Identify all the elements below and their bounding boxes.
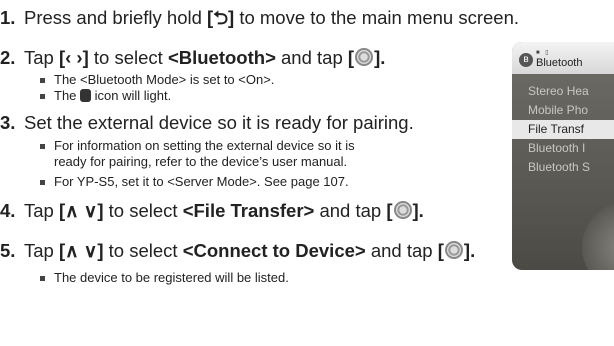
menu-item: Bluetooth I bbox=[528, 141, 586, 155]
up-down-button-glyph: [∧ ∨] bbox=[58, 240, 104, 261]
bracket: [ bbox=[386, 200, 393, 221]
list-item: For YP-S5, set it to <Server Mode>. See … bbox=[40, 174, 355, 190]
ok-button-icon bbox=[355, 48, 374, 66]
step-text: to select bbox=[103, 200, 183, 221]
step-text: Set the external device so it is ready f… bbox=[24, 112, 414, 133]
step-text: and tap bbox=[314, 200, 387, 221]
step-number: 2. bbox=[0, 47, 16, 68]
list-item: The device to be registered will be list… bbox=[40, 270, 289, 286]
step-number: 3. bbox=[0, 112, 16, 133]
step-5-bullets: The device to be registered will be list… bbox=[40, 270, 289, 286]
step-text: Tap bbox=[24, 240, 59, 261]
bluetooth-icon bbox=[80, 89, 92, 102]
step-number: 4. bbox=[0, 200, 16, 221]
device-menu: Stereo Hea Mobile Pho File Transf Blueto… bbox=[512, 82, 614, 177]
menu-item-selected: File Transf bbox=[512, 120, 614, 139]
back-button-glyph: [⮌] bbox=[207, 7, 235, 28]
list-item: The <Bluetooth Mode> is set to <On>. bbox=[40, 72, 274, 88]
ok-button-icon bbox=[444, 241, 463, 259]
decorative-glow bbox=[582, 202, 614, 270]
device-header: ʙ ■ ▯ Bluetooth bbox=[512, 42, 614, 74]
menu-option: <Connect to Device> bbox=[182, 240, 366, 261]
step-text: to select bbox=[88, 47, 168, 68]
bracket: ]. bbox=[412, 200, 424, 221]
ok-button-icon bbox=[393, 201, 412, 219]
device-screen: ʙ ■ ▯ Bluetooth Stereo Hea Mobile Pho Fi… bbox=[512, 42, 614, 270]
device-title: Bluetooth bbox=[536, 57, 583, 69]
menu-item: Stereo Hea bbox=[528, 84, 589, 98]
bluetooth-icon: ʙ bbox=[519, 53, 533, 67]
menu-item: Bluetooth S bbox=[528, 160, 591, 174]
menu-option: <Bluetooth> bbox=[167, 47, 276, 68]
step-text: Press and briefly hold bbox=[24, 7, 208, 28]
step-text: Tap bbox=[24, 200, 59, 221]
step-text: Tap bbox=[24, 47, 59, 68]
list-item: The icon will light. bbox=[40, 88, 274, 104]
up-down-button-glyph: [∧ ∨] bbox=[58, 200, 104, 221]
bracket: [ bbox=[347, 47, 355, 68]
status-indicators: ■ ▯ bbox=[536, 50, 551, 56]
bracket: [ bbox=[437, 240, 444, 261]
left-right-button-glyph: [‹ ›] bbox=[58, 47, 89, 68]
bracket: ]. bbox=[374, 47, 386, 68]
step-3-bullets: For information on setting the external … bbox=[40, 138, 355, 190]
step-number: 5. bbox=[0, 240, 16, 261]
step-text: and tap bbox=[365, 240, 438, 261]
step-text: to move to the main menu screen. bbox=[234, 7, 520, 28]
step-number: 1. bbox=[0, 7, 16, 28]
menu-item: Mobile Pho bbox=[528, 103, 589, 117]
list-item: For information on setting the external … bbox=[40, 138, 355, 170]
step-2-bullets: The <Bluetooth Mode> is set to <On>. The… bbox=[40, 72, 274, 104]
step-text: to select bbox=[103, 240, 183, 261]
menu-option: <File Transfer> bbox=[182, 200, 315, 221]
step-text: and tap bbox=[275, 47, 348, 68]
bracket: ]. bbox=[463, 240, 476, 261]
